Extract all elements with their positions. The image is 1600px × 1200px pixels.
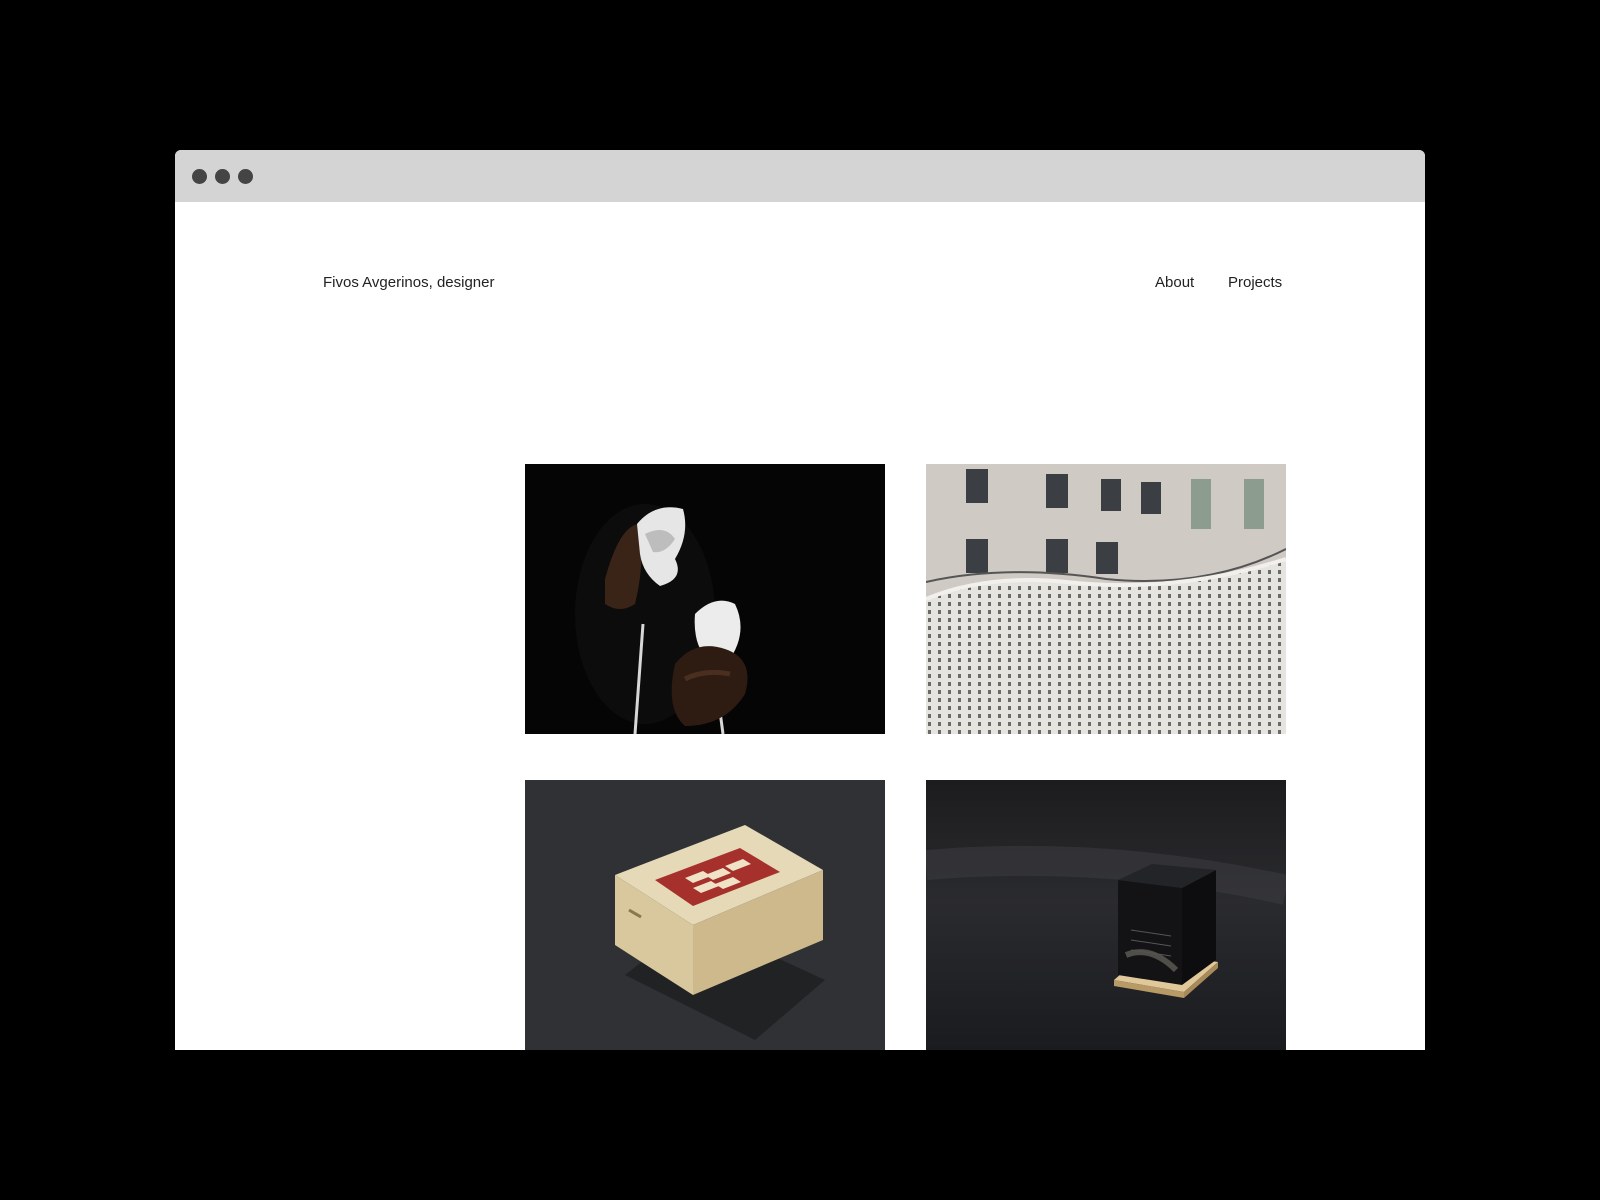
- project-thumbnail-wooden-box[interactable]: [525, 780, 885, 1050]
- nav-projects-link[interactable]: Projects: [1228, 274, 1282, 291]
- project-image-wooden-box: [525, 780, 885, 1050]
- site-title[interactable]: Fivos Avgerinos, designer: [323, 274, 494, 291]
- window-close-dot[interactable]: [192, 169, 207, 184]
- window-titlebar: [175, 150, 1425, 202]
- project-image-dark-cube: [926, 780, 1286, 1050]
- window-maximize-dot[interactable]: [238, 169, 253, 184]
- browser-window: Fivos Avgerinos, designer About Projects: [175, 150, 1425, 1050]
- project-image-hands-rocks: [525, 464, 885, 734]
- project-thumbnail-dark-cube[interactable]: [926, 780, 1286, 1050]
- window-minimize-dot[interactable]: [215, 169, 230, 184]
- nav-about-link[interactable]: About: [1155, 274, 1194, 291]
- project-thumbnail-wave-installation[interactable]: [926, 464, 1286, 734]
- project-image-wave-installation: [926, 464, 1286, 734]
- project-thumbnail-hands-rocks[interactable]: [525, 464, 885, 734]
